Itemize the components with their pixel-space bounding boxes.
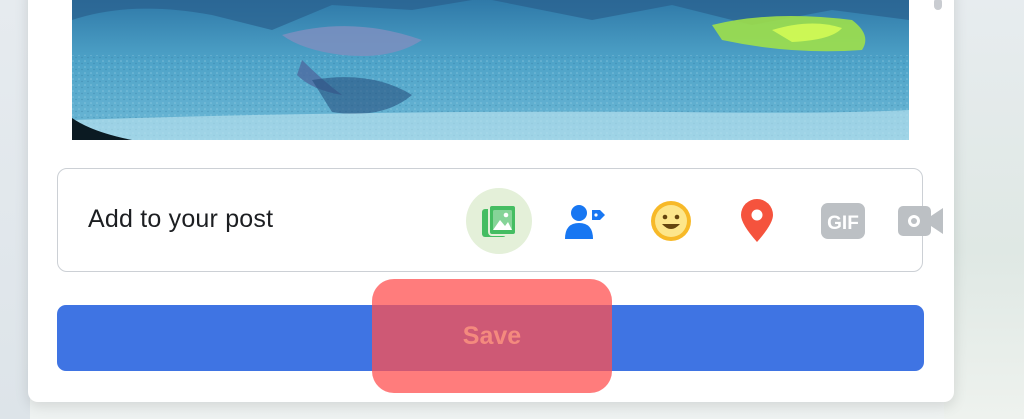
attached-photo: [72, 0, 909, 140]
aquarium-photo: [72, 0, 909, 140]
check-in-icon: [741, 199, 773, 242]
live-video-icon: [898, 206, 943, 236]
check-in-button[interactable]: [724, 188, 790, 254]
gif-icon: GIF: [821, 203, 865, 239]
scrollbar-thumb[interactable]: [934, 0, 942, 10]
background-right: [944, 0, 1024, 419]
background-left: [0, 0, 30, 419]
tag-people-button[interactable]: [552, 188, 618, 254]
post-options-row: GIF: [466, 187, 946, 255]
feeling-activity-icon: [651, 201, 691, 241]
photo-video-button[interactable]: [466, 188, 532, 254]
save-button-label: Save: [462, 321, 522, 350]
gif-button[interactable]: GIF: [810, 188, 876, 254]
tag-people-icon: [565, 205, 605, 239]
live-video-button[interactable]: [896, 188, 946, 254]
photo-video-icon: [482, 204, 517, 237]
add-to-post-panel: Add to your post GIF: [57, 168, 943, 272]
svg-text:GIF: GIF: [827, 213, 859, 234]
feeling-activity-button[interactable]: [638, 188, 704, 254]
add-to-post-label: Add to your post: [88, 205, 274, 233]
